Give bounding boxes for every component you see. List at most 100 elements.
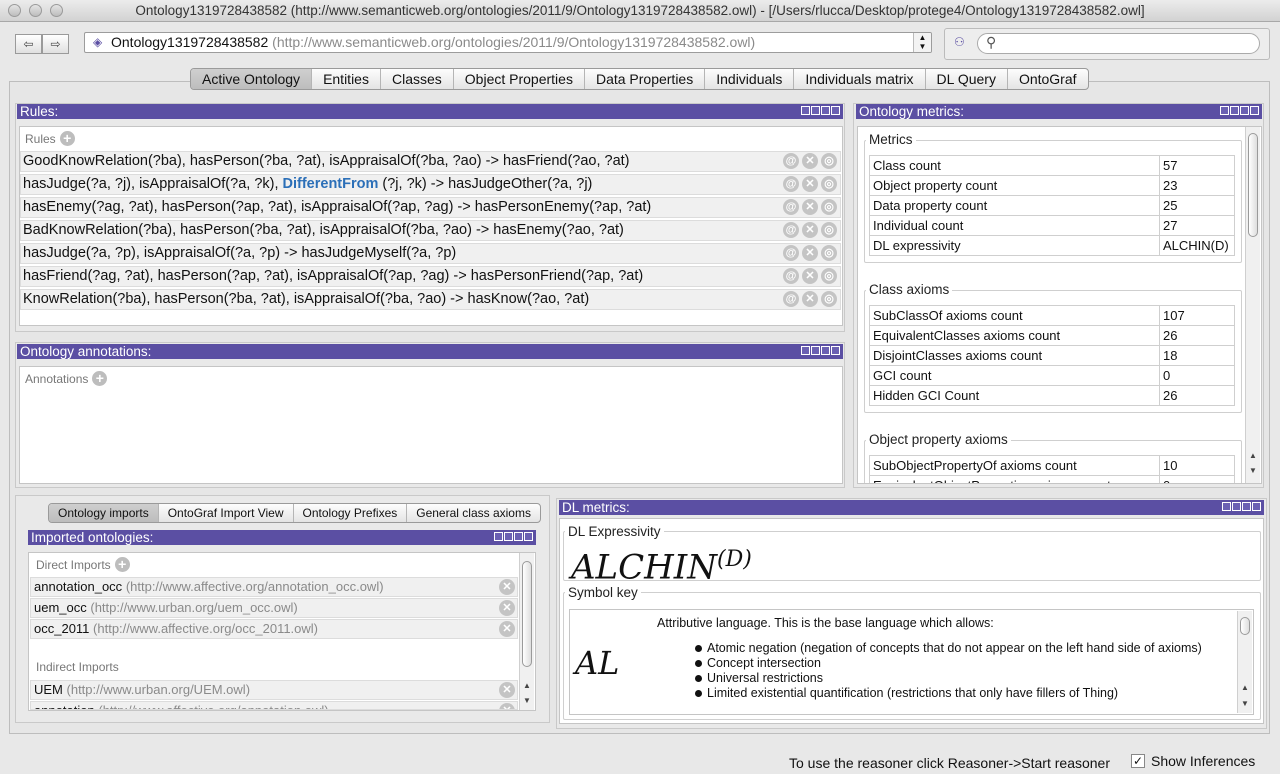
- add-annotation-icon[interactable]: +: [92, 371, 108, 386]
- scroll-down-icon[interactable]: ▼: [1238, 697, 1252, 710]
- tab-object-properties[interactable]: Object Properties: [454, 69, 585, 89]
- add-import-icon[interactable]: +: [114, 557, 130, 572]
- panel-maximize-icon[interactable]: [821, 106, 830, 115]
- remove-import-icon[interactable]: ✕: [499, 682, 515, 698]
- metric-value[interactable]: 27: [1159, 215, 1235, 236]
- annotate-rule-icon[interactable]: @: [783, 199, 799, 215]
- back-button[interactable]: ⇦: [15, 34, 42, 54]
- annotate-rule-icon[interactable]: @: [783, 153, 799, 169]
- edit-rule-icon[interactable]: ◎: [821, 291, 837, 307]
- delete-rule-icon[interactable]: ✕: [802, 153, 818, 169]
- imports-scrollbar[interactable]: ▲ ▼: [519, 553, 534, 710]
- symbol-key-scrollbar[interactable]: ▲ ▼: [1237, 611, 1252, 713]
- tab-data-properties[interactable]: Data Properties: [585, 69, 706, 89]
- search-input[interactable]: [977, 33, 1260, 54]
- panel-minimize-icon[interactable]: [1232, 502, 1241, 511]
- imports-scroll-thumb[interactable]: [522, 561, 532, 667]
- metric-value[interactable]: 25: [1159, 195, 1235, 216]
- rule-row[interactable]: KnowRelation(?ba), hasPerson(?ba, ?at), …: [20, 289, 841, 310]
- metric-value[interactable]: 23: [1159, 175, 1235, 196]
- edit-rule-icon[interactable]: ◎: [821, 245, 837, 261]
- edit-rule-icon[interactable]: ◎: [821, 222, 837, 238]
- metric-value[interactable]: 26: [1159, 325, 1235, 346]
- delete-rule-icon[interactable]: ✕: [802, 222, 818, 238]
- tab-ontology-imports[interactable]: Ontology imports: [49, 504, 159, 522]
- metric-value[interactable]: 10: [1159, 455, 1235, 476]
- import-row[interactable]: annotation (http://www.affective.org/ann…: [30, 701, 518, 710]
- scroll-down-icon[interactable]: ▼: [1246, 464, 1260, 477]
- panel-maximize-icon[interactable]: [821, 346, 830, 355]
- import-row[interactable]: occ_2011 (http://www.affective.org/occ_2…: [30, 619, 518, 639]
- metric-value[interactable]: 26: [1159, 385, 1235, 406]
- rule-row[interactable]: GoodKnowRelation(?ba), hasPerson(?ba, ?a…: [20, 151, 841, 172]
- scroll-up-icon[interactable]: ▲: [1238, 681, 1252, 694]
- panel-close-icon[interactable]: [1250, 106, 1259, 115]
- remove-import-icon[interactable]: ✕: [499, 621, 515, 637]
- rule-row[interactable]: BadKnowRelation(?ba), hasPerson(?ba, ?at…: [20, 220, 841, 241]
- forward-button[interactable]: ⇨: [42, 34, 69, 54]
- edit-rule-icon[interactable]: ◎: [821, 153, 837, 169]
- import-row[interactable]: uem_occ (http://www.urban.org/uem_occ.ow…: [30, 598, 518, 618]
- panel-maximize-icon[interactable]: [514, 532, 523, 541]
- metric-value[interactable]: 0: [1159, 365, 1235, 386]
- remove-import-icon[interactable]: ✕: [499, 579, 515, 595]
- panel-minimize-icon[interactable]: [1230, 106, 1239, 115]
- delete-rule-icon[interactable]: ✕: [802, 199, 818, 215]
- metric-value[interactable]: ALCHIN(D): [1159, 235, 1235, 256]
- annotate-rule-icon[interactable]: @: [783, 291, 799, 307]
- panel-close-icon[interactable]: [831, 346, 840, 355]
- import-row[interactable]: UEM (http://www.urban.org/UEM.owl) ✕: [30, 680, 518, 700]
- annotate-rule-icon[interactable]: @: [783, 245, 799, 261]
- tab-entities[interactable]: Entities: [312, 69, 381, 89]
- rule-row[interactable]: hasJudge(?a, ?j), isAppraisalOf(?a, ?k),…: [20, 174, 841, 195]
- panel-split-icon[interactable]: [494, 532, 503, 541]
- tab-active-ontology[interactable]: Active Ontology: [191, 69, 313, 89]
- tab-general-class-axioms[interactable]: General class axioms: [407, 504, 540, 522]
- active-ontology-selector[interactable]: ◈ Ontology1319728438582 (http://www.sema…: [84, 32, 932, 53]
- panel-split-icon[interactable]: [1222, 502, 1231, 511]
- metric-value[interactable]: 107: [1159, 305, 1235, 326]
- panel-split-icon[interactable]: [801, 346, 810, 355]
- zoom-window-button[interactable]: [50, 4, 63, 17]
- metric-value[interactable]: 0: [1159, 475, 1235, 483]
- remove-import-icon[interactable]: ✕: [499, 600, 515, 616]
- edit-rule-icon[interactable]: ◎: [821, 268, 837, 284]
- annotate-rule-icon[interactable]: @: [783, 176, 799, 192]
- scroll-down-icon[interactable]: ▼: [520, 694, 534, 707]
- annotate-rule-icon[interactable]: @: [783, 222, 799, 238]
- scroll-up-icon[interactable]: ▲: [520, 679, 534, 692]
- annotate-rule-icon[interactable]: @: [783, 268, 799, 284]
- tab-classes[interactable]: Classes: [381, 69, 454, 89]
- metric-value[interactable]: 57: [1159, 155, 1235, 176]
- delete-rule-icon[interactable]: ✕: [802, 268, 818, 284]
- panel-close-icon[interactable]: [1252, 502, 1261, 511]
- minimize-window-button[interactable]: [29, 4, 42, 17]
- tab-dl-query[interactable]: DL Query: [926, 69, 1008, 89]
- checkbox-checkmark-icon[interactable]: ✓: [1131, 754, 1145, 768]
- panel-minimize-icon[interactable]: [811, 106, 820, 115]
- tab-ontograf-import-view[interactable]: OntoGraf Import View: [159, 504, 294, 522]
- panel-split-icon[interactable]: [801, 106, 810, 115]
- panel-close-icon[interactable]: [524, 532, 533, 541]
- scroll-up-icon[interactable]: ▲: [1246, 449, 1260, 462]
- show-inferences-checkbox[interactable]: ✓ Show Inferences: [1131, 753, 1255, 769]
- remove-import-icon[interactable]: ✕: [499, 703, 515, 709]
- tab-individuals[interactable]: Individuals: [705, 69, 795, 89]
- metrics-scrollbar[interactable]: ▲ ▼: [1245, 127, 1260, 483]
- panel-maximize-icon[interactable]: [1240, 106, 1249, 115]
- binoculars-icon[interactable]: ⚇: [954, 35, 965, 49]
- close-window-button[interactable]: [8, 4, 21, 17]
- add-rule-icon[interactable]: +: [59, 131, 75, 146]
- panel-close-icon[interactable]: [831, 106, 840, 115]
- dropdown-stepper-icon[interactable]: ▲ ▼: [913, 33, 931, 52]
- rule-row[interactable]: hasJudge(?a, ?p), isAppraisalOf(?a, ?p) …: [20, 243, 841, 264]
- edit-rule-icon[interactable]: ◎: [821, 199, 837, 215]
- metric-value[interactable]: 18: [1159, 345, 1235, 366]
- rule-row[interactable]: hasFriend(?ag, ?at), hasPerson(?ap, ?at)…: [20, 266, 841, 287]
- metrics-scroll-thumb[interactable]: [1248, 133, 1258, 237]
- panel-minimize-icon[interactable]: [811, 346, 820, 355]
- rule-row[interactable]: hasEnemy(?ag, ?at), hasPerson(?ap, ?at),…: [20, 197, 841, 218]
- tab-ontology-prefixes[interactable]: Ontology Prefixes: [294, 504, 408, 522]
- delete-rule-icon[interactable]: ✕: [802, 245, 818, 261]
- panel-maximize-icon[interactable]: [1242, 502, 1251, 511]
